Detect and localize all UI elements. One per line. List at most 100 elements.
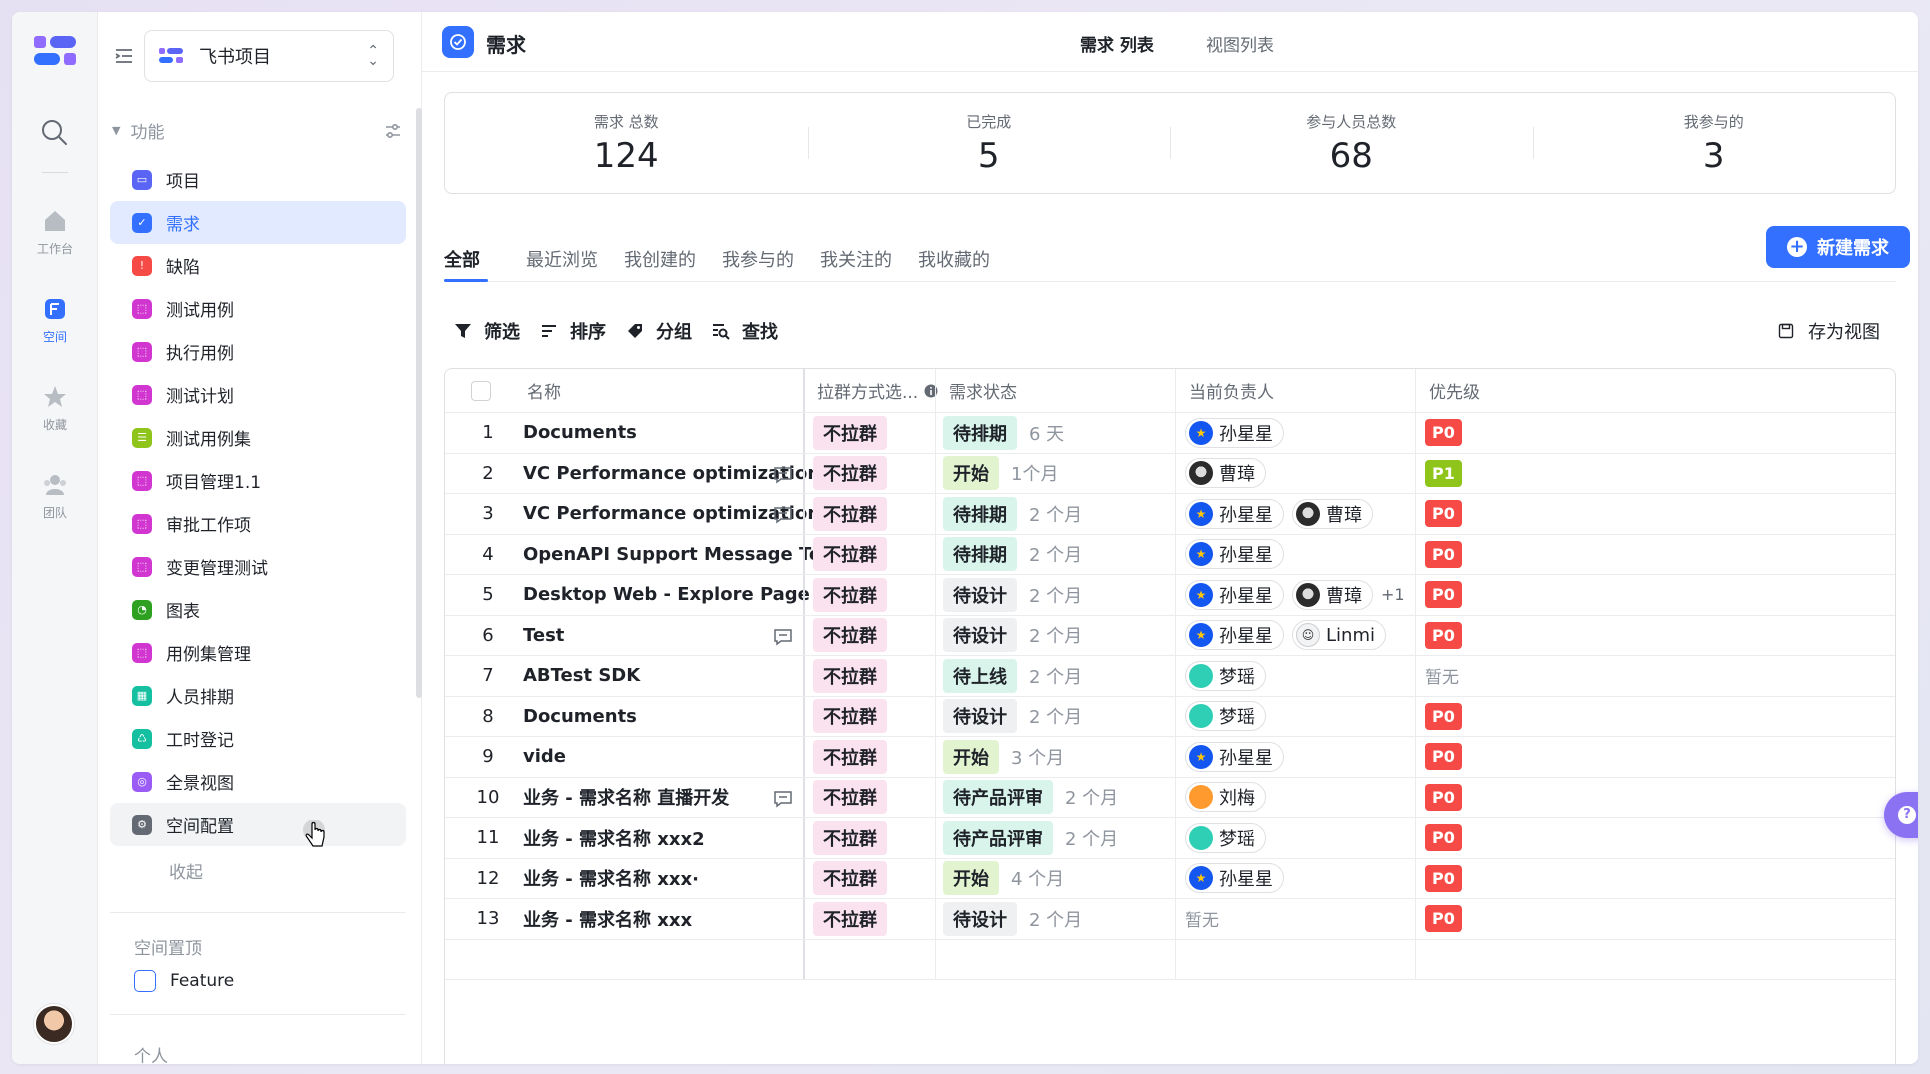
requirement-name[interactable]: 业务 - 需求名称 xxx2 bbox=[523, 818, 705, 858]
sidebar-item[interactable]: ◎ 全景视图 bbox=[110, 760, 406, 803]
sidebar-item[interactable]: ! 缺陷 bbox=[110, 244, 406, 287]
table-row[interactable]: 9 vide 不拉群 开始 3 个月 ★ 孙星星 P0 bbox=[445, 737, 1895, 778]
owner-chip[interactable]: ★ 孙星星 bbox=[1185, 741, 1284, 772]
group-mode-cell[interactable]: 不拉群 bbox=[813, 899, 887, 939]
requirement-name[interactable]: Test bbox=[523, 616, 564, 656]
settings-sliders-icon[interactable] bbox=[384, 122, 402, 140]
section-header-features[interactable]: ▼ 功能 bbox=[112, 118, 402, 143]
table-row[interactable]: 3 VC Performance optimization ... 不拉群 待排期 2 … bbox=[445, 494, 1895, 535]
owner-cell[interactable]: 梦瑶 bbox=[1185, 697, 1274, 737]
table-row[interactable]: 10 业务 - 需求名称 直播开发 不拉群 待产品评审 2 个月 刘梅 P0 bbox=[445, 777, 1895, 818]
group-button[interactable]: 分组 bbox=[626, 318, 692, 344]
group-mode-cell[interactable]: 不拉群 bbox=[813, 737, 887, 777]
owner-cell[interactable]: ★ 孙星星 bbox=[1185, 737, 1292, 777]
sidebar-item[interactable]: ▦ 人员排期 bbox=[110, 674, 406, 717]
collapse-link[interactable]: 收起 bbox=[169, 858, 203, 883]
priority-cell[interactable]: P0 bbox=[1425, 859, 1462, 899]
more-owners-count[interactable]: +1 bbox=[1381, 585, 1405, 604]
owner-chip[interactable]: 梦瑶 bbox=[1185, 701, 1266, 732]
group-mode-cell[interactable]: 不拉群 bbox=[813, 575, 887, 615]
status-cell[interactable]: 待排期 2 个月 bbox=[943, 494, 1082, 534]
status-cell[interactable]: 待设计 2 个月 bbox=[943, 575, 1082, 615]
status-cell[interactable]: 待上线 2 个月 bbox=[943, 656, 1082, 696]
comment-icon[interactable] bbox=[773, 628, 793, 646]
owner-chip[interactable]: 曹璋 bbox=[1185, 458, 1266, 489]
rail-item-space[interactable]: 空间 bbox=[12, 296, 98, 345]
owner-chip[interactable]: ★ 孙星星 bbox=[1185, 579, 1284, 610]
column-header-priority[interactable]: 优先级 bbox=[1429, 369, 1480, 412]
group-mode-cell[interactable]: 不拉群 bbox=[813, 454, 887, 494]
priority-cell[interactable]: P0 bbox=[1425, 697, 1462, 737]
status-cell[interactable]: 开始 3 个月 bbox=[943, 737, 1064, 777]
group-mode-cell[interactable]: 不拉群 bbox=[813, 494, 887, 534]
requirement-name[interactable]: Documents bbox=[523, 413, 637, 453]
owner-chip[interactable]: 梦瑶 bbox=[1185, 822, 1266, 853]
owner-cell[interactable]: 刘梅 bbox=[1185, 778, 1274, 818]
owner-cell[interactable]: ★ 孙星星 曹璋 bbox=[1185, 494, 1381, 534]
requirement-name[interactable]: Desktop Web - Explore Page UI bbox=[523, 575, 837, 615]
status-cell[interactable]: 开始 4 个月 bbox=[943, 859, 1064, 899]
save-view-button[interactable]: 存为视图 bbox=[1778, 318, 1880, 344]
group-mode-cell[interactable]: 不拉群 bbox=[813, 656, 887, 696]
group-mode-cell[interactable]: 不拉群 bbox=[813, 616, 887, 656]
requirement-name[interactable]: 业务 - 需求名称 xxx· bbox=[523, 859, 699, 899]
sort-button[interactable]: 排序 bbox=[540, 318, 606, 344]
table-row[interactable]: 13 业务 - 需求名称 xxx 不拉群 待设计 2 个月 暂无 P0 bbox=[445, 899, 1895, 940]
sidebar-item[interactable]: ⬚ 用例集管理 bbox=[110, 631, 406, 674]
owner-chip[interactable]: ★ 孙星星 bbox=[1185, 539, 1284, 570]
priority-cell[interactable]: 暂无 bbox=[1425, 656, 1459, 696]
filter-button[interactable]: 筛选 bbox=[454, 318, 520, 344]
owner-cell[interactable]: ★ 孙星星 ☺ Linmi bbox=[1185, 616, 1394, 656]
owner-cell[interactable]: ★ 孙星星 bbox=[1185, 859, 1292, 899]
search-icon[interactable] bbox=[40, 118, 68, 146]
owner-chip[interactable]: ☺ Linmi bbox=[1292, 620, 1386, 651]
priority-cell[interactable]: P0 bbox=[1425, 899, 1462, 939]
status-cell[interactable]: 待产品评审 2 个月 bbox=[943, 818, 1118, 858]
group-mode-cell[interactable]: 不拉群 bbox=[813, 778, 887, 818]
rail-item-favorites[interactable]: 收藏 bbox=[12, 384, 98, 433]
owner-chip[interactable]: ★ 孙星星 bbox=[1185, 863, 1284, 894]
info-icon[interactable] bbox=[924, 384, 938, 398]
pinned-item-feature[interactable]: Feature bbox=[134, 970, 234, 992]
column-header-name[interactable]: 名称 bbox=[527, 369, 561, 412]
requirement-name[interactable]: 业务 - 需求名称 直播开发 bbox=[523, 778, 729, 818]
sidebar-item[interactable]: ◔ 图表 bbox=[110, 588, 406, 631]
owner-chip[interactable]: ★ 孙星星 bbox=[1185, 498, 1284, 529]
requirement-name[interactable]: VC Performance optimization ... bbox=[523, 494, 847, 534]
priority-cell[interactable]: P0 bbox=[1425, 494, 1462, 534]
comment-icon[interactable] bbox=[773, 466, 793, 484]
collapse-sidebar-icon[interactable] bbox=[112, 44, 136, 68]
comment-icon[interactable] bbox=[773, 790, 793, 808]
table-row[interactable]: 4 OpenAPI Support Message Templ... 不拉群 待排期 2… bbox=[445, 534, 1895, 575]
sidebar-item[interactable]: ♺ 工时登记 bbox=[110, 717, 406, 760]
requirement-name[interactable]: Documents bbox=[523, 697, 637, 737]
table-row[interactable]: 1 Documents 不拉群 待排期 6 天 ★ 孙星星 P0 bbox=[445, 413, 1895, 454]
table-row[interactable]: 2 VC Performance optimization ... 不拉群 开始 1个月… bbox=[445, 453, 1895, 494]
sidebar-item[interactable]: ⚙ 空间配置 bbox=[110, 803, 406, 846]
priority-cell[interactable]: P0 bbox=[1425, 616, 1462, 656]
sidebar-item[interactable]: ☰ 测试用例集 bbox=[110, 416, 406, 459]
comment-icon[interactable] bbox=[773, 506, 793, 524]
requirement-name[interactable]: ABTest SDK bbox=[523, 656, 640, 696]
new-requirement-button[interactable]: + 新建需求 bbox=[1766, 226, 1910, 268]
owner-cell[interactable]: ★ 孙星星 bbox=[1185, 535, 1292, 575]
sidebar-item[interactable]: ✓ 需求 bbox=[110, 201, 406, 244]
tab-bookmarked[interactable]: 我收藏的 bbox=[918, 246, 990, 272]
table-row[interactable] bbox=[445, 939, 1895, 980]
rail-item-team[interactable]: 团队 bbox=[12, 472, 98, 521]
requirement-name[interactable]: VC Performance optimization ... bbox=[523, 454, 847, 494]
status-cell[interactable]: 待设计 2 个月 bbox=[943, 697, 1082, 737]
priority-cell[interactable]: P0 bbox=[1425, 575, 1462, 615]
column-header-status[interactable]: 需求状态 bbox=[949, 369, 1017, 412]
sidebar-item[interactable]: ⬚ 测试用例 bbox=[110, 287, 406, 330]
priority-cell[interactable]: P0 bbox=[1425, 535, 1462, 575]
owner-cell[interactable]: 暂无 bbox=[1185, 899, 1219, 939]
owner-cell[interactable]: 梦瑶 bbox=[1185, 656, 1274, 696]
group-mode-cell[interactable]: 不拉群 bbox=[813, 413, 887, 453]
owner-chip[interactable]: 梦瑶 bbox=[1185, 660, 1266, 691]
rail-item-workbench[interactable]: 工作台 bbox=[12, 208, 98, 257]
app-logo-icon[interactable] bbox=[32, 34, 78, 68]
status-cell[interactable]: 待设计 2 个月 bbox=[943, 899, 1082, 939]
tab-following[interactable]: 我关注的 bbox=[820, 246, 892, 272]
sidebar-item[interactable]: ⬚ 执行用例 bbox=[110, 330, 406, 373]
